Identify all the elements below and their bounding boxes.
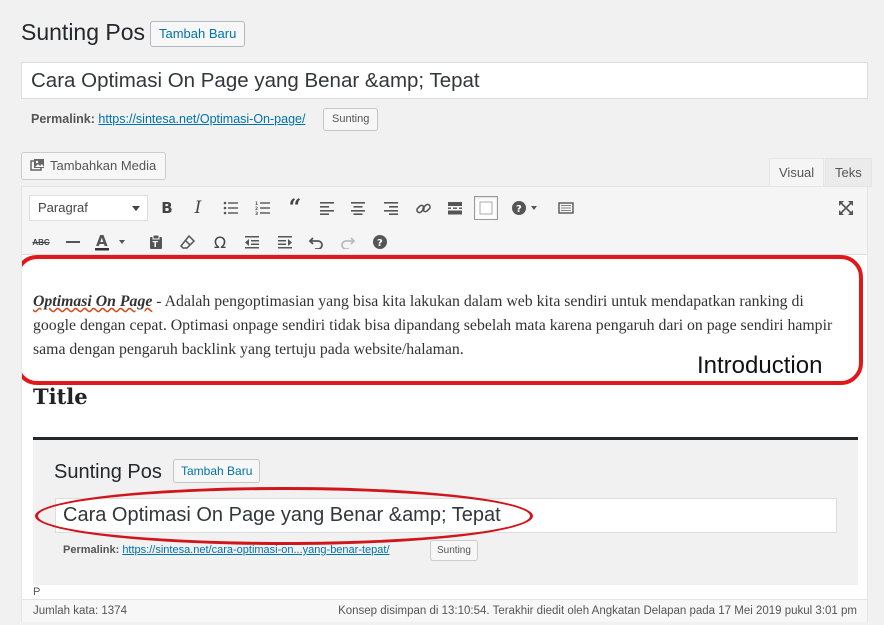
format-select[interactable]: Paragraf: [29, 195, 148, 221]
add-media-label: Tambahkan Media: [50, 158, 157, 173]
special-character-icon[interactable]: Ω: [208, 230, 232, 254]
embedded-permalink: Permalink: https://sintesa.net/cara-opti…: [63, 544, 390, 556]
align-center-icon[interactable]: [346, 196, 370, 220]
help-icon[interactable]: ?: [508, 196, 544, 220]
permalink-link[interactable]: https://sintesa.net/Optimasi-On-page/: [98, 112, 305, 126]
read-more-icon[interactable]: [443, 196, 467, 220]
link-icon[interactable]: [411, 196, 435, 220]
svg-text:T: T: [153, 240, 159, 249]
editor-status-bar: Jumlah kata: 1374 Konsep disimpan di 13:…: [22, 600, 867, 622]
word-count: Jumlah kata: 1374: [33, 605, 127, 617]
intro-annotation-label: Introduction: [697, 352, 823, 379]
paste-text-icon[interactable]: T: [144, 230, 168, 254]
bold-icon[interactable]: B: [155, 196, 179, 220]
undo-icon[interactable]: [304, 230, 328, 254]
editor-toolbar: Paragraf B I 123 “ ? ABC A T Ω ?: [22, 187, 867, 255]
align-right-icon[interactable]: [379, 196, 403, 220]
embedded-page-title: Sunting Pos: [54, 461, 162, 483]
add-new-button[interactable]: Tambah Baru: [150, 21, 246, 47]
clear-formatting-icon[interactable]: [176, 230, 200, 254]
permalink-label: Permalink:: [31, 112, 95, 126]
toolbar-toggle-icon[interactable]: [474, 196, 498, 220]
format-select-value: Paragraf: [38, 200, 88, 215]
add-media-button[interactable]: Tambahkan Media: [21, 152, 167, 180]
embedded-screenshot: Sunting Pos Tambah Baru Cara Optimasi On…: [33, 437, 858, 585]
embedded-title-annotation-oval: [35, 487, 533, 545]
media-icon: [30, 155, 46, 171]
italic-icon[interactable]: I: [186, 196, 210, 220]
element-path[interactable]: P: [22, 585, 867, 600]
bullet-list-icon[interactable]: [219, 196, 243, 220]
embedded-add-new-button: Tambah Baru: [173, 459, 261, 483]
embedded-permalink-label: Permalink:: [63, 544, 120, 556]
content-heading: Title: [33, 384, 88, 409]
horizontal-line-icon[interactable]: [61, 230, 85, 254]
tab-text[interactable]: Teks: [825, 158, 872, 187]
align-left-icon[interactable]: [315, 196, 339, 220]
svg-text:?: ?: [516, 204, 522, 215]
embedded-edit-button: Sunting: [430, 540, 478, 561]
post-title-input[interactable]: Cara Optimasi On Page yang Benar &amp; T…: [21, 62, 868, 99]
permalink-edit-button[interactable]: Sunting: [323, 108, 379, 131]
page-title: Sunting Pos: [21, 19, 146, 45]
keyboard-shortcuts-icon[interactable]: ?: [368, 230, 392, 254]
permalink-row: Permalink: https://sintesa.net/Optimasi-…: [31, 112, 305, 126]
chevron-down-icon: [132, 206, 140, 211]
editor-content[interactable]: Optimasi On Page - Adalah pengoptimasian…: [22, 255, 867, 585]
tab-visual[interactable]: Visual: [769, 158, 825, 187]
embedded-permalink-link: https://sintesa.net/cara-optimasi-on...y…: [122, 544, 390, 556]
outdent-icon[interactable]: [240, 230, 264, 254]
blockquote-icon[interactable]: “: [283, 195, 307, 221]
svg-text:A: A: [96, 233, 108, 250]
autosave-status: Konsep disimpan di 13:10:54. Terakhir di…: [338, 605, 857, 617]
distraction-free-icon[interactable]: [554, 196, 578, 220]
strikethrough-icon[interactable]: ABC: [29, 230, 53, 254]
svg-text:?: ?: [377, 238, 383, 249]
indent-icon[interactable]: [273, 230, 297, 254]
svg-text:3: 3: [255, 211, 258, 215]
fullscreen-icon[interactable]: [834, 196, 858, 220]
redo-icon[interactable]: [336, 230, 360, 254]
numbered-list-icon[interactable]: 123: [251, 196, 275, 220]
text-color-icon[interactable]: A: [92, 230, 132, 254]
post-editor: Paragraf B I 123 “ ? ABC A T Ω ? Optimas…: [21, 186, 868, 622]
